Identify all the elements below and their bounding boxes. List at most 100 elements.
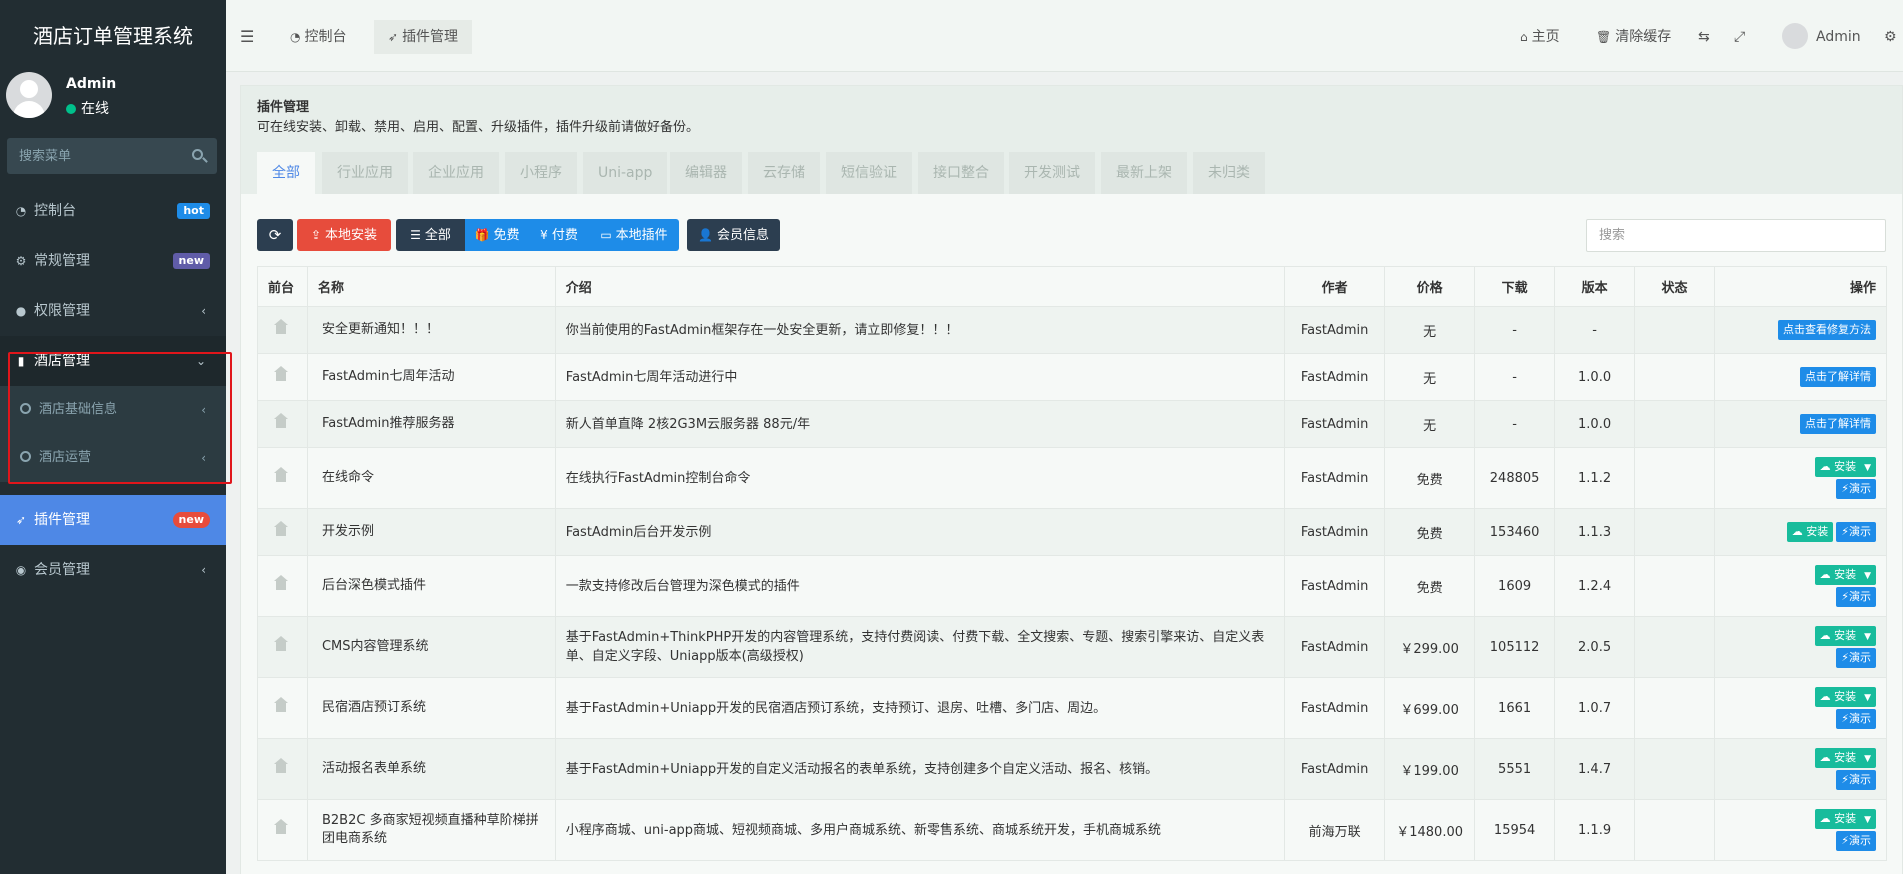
brand-title[interactable]: 酒店订单管理系统 [0, 0, 226, 72]
plugin-search[interactable] [1586, 219, 1886, 252]
hotel-submenu: 酒店基础信息 ‹ 酒店运营 ‹ [0, 386, 226, 482]
caret-down-icon[interactable]: ▼ [1864, 566, 1871, 586]
category-tab-enterprise[interactable]: 企业应用 [413, 152, 499, 194]
category-tab-sms[interactable]: 短信验证 [826, 152, 912, 194]
filter-all-button[interactable]: ☰ 全部 [396, 219, 465, 251]
home-icon[interactable] [274, 574, 288, 590]
home-icon[interactable] [274, 520, 288, 536]
user-menu[interactable]: Admin [1782, 20, 1861, 54]
category-tab-all[interactable]: 全部 [257, 152, 315, 194]
home-icon[interactable] [274, 365, 288, 381]
category-tab-storage[interactable]: 云存储 [748, 152, 820, 194]
sidebar-item-general[interactable]: ⚙ 常规管理 new [0, 236, 226, 286]
sidebar-item-dashboard[interactable]: ◔ 控制台 hot [0, 186, 226, 236]
menu-search-input[interactable] [7, 138, 217, 174]
plugin-version: 1.1.9 [1554, 799, 1636, 861]
fullscreen-icon[interactable]: ⤢ [1734, 20, 1745, 54]
filter-paid-button[interactable]: ¥ 付费 [529, 219, 589, 251]
install-button[interactable]: ☁ 安装 ▼ [1814, 809, 1876, 830]
category-tab-newest[interactable]: 最新上架 [1101, 152, 1187, 194]
member-info-button[interactable]: 👤 会员信息 [687, 219, 780, 251]
demo-button[interactable]: ⚡演示 [1836, 522, 1876, 542]
clear-cache-button[interactable]: 🗑 清除缓存 [1596, 20, 1671, 54]
category-tab-devtest[interactable]: 开发测试 [1009, 152, 1095, 194]
menu-search[interactable] [7, 138, 217, 174]
action-group: ☁ 安装 ▼ ⚡演示 [1814, 748, 1876, 790]
caret-down-icon[interactable]: ▼ [1864, 627, 1871, 647]
category-tab-editor[interactable]: 编辑器 [670, 152, 742, 194]
sidebar-item-members[interactable]: ◉ 会员管理 ‹ [0, 545, 226, 595]
home-icon[interactable] [274, 818, 288, 834]
language-icon[interactable]: ⇆ [1698, 20, 1710, 54]
action-link-button[interactable]: 点击了解详情 [1800, 414, 1876, 434]
col-frontend[interactable]: 前台 [257, 266, 308, 307]
demo-button[interactable]: ⚡演示 [1836, 648, 1876, 668]
cloud-download-icon: ☁ [1819, 812, 1835, 825]
col-name[interactable]: 名称 [306, 266, 556, 307]
category-tab-uncategorized[interactable]: 未归类 [1193, 152, 1265, 194]
plugin-downloads: 248805 [1474, 447, 1556, 509]
install-button[interactable]: ☁ 安装 ▼ [1814, 626, 1876, 647]
local-install-button[interactable]: ⇪ 本地安装 [297, 219, 391, 251]
filter-free-button[interactable]: 🎁 免费 [465, 219, 529, 251]
filter-local-button[interactable]: ▭ 本地插件 [589, 219, 679, 251]
caret-down-icon[interactable]: ▼ [1864, 458, 1871, 478]
col-intro[interactable]: 介绍 [554, 266, 1286, 307]
sidebar-toggle-icon[interactable]: ☰ [240, 20, 254, 54]
install-button[interactable]: ☁ 安装 ▼ [1814, 457, 1876, 478]
home-icon[interactable] [274, 412, 288, 428]
sidebar-subitem-hotel-operation[interactable]: 酒店运营 ‹ [0, 434, 226, 482]
action-link-button[interactable]: 点击了解详情 [1800, 367, 1876, 387]
demo-button[interactable]: ⚡演示 [1836, 479, 1876, 499]
sidebar-item-hotel[interactable]: ▮ 酒店管理 ⌄ [0, 336, 226, 386]
home-icon[interactable] [274, 696, 288, 712]
plugin-price: 免费 [1384, 447, 1476, 509]
plugin-actions: ☁ 安装 ▼ ⚡演示 [1714, 616, 1887, 678]
refresh-button[interactable]: ⟳ [257, 219, 293, 251]
sidebar-item-auth[interactable]: ● 权限管理 ‹ [0, 286, 226, 336]
install-button[interactable]: ☁ 安装 ▼ [1814, 748, 1876, 769]
search-icon[interactable] [192, 149, 203, 160]
caret-down-icon[interactable]: ▼ [1864, 749, 1871, 769]
col-price[interactable]: 价格 [1384, 266, 1476, 307]
install-button[interactable]: ☁ 安装 ▼ [1814, 687, 1876, 708]
demo-button[interactable]: ⚡演示 [1836, 709, 1876, 729]
table-row: 开发示例 FastAdmin后台开发示例 FastAdmin 免费 153460 1.1.… [257, 508, 1887, 556]
category-tab-miniprogram[interactable]: 小程序 [505, 152, 577, 194]
table-row: FastAdmin七周年活动 FastAdmin七周年活动进行中 FastAdmin… [257, 353, 1887, 401]
plugin-downloads: - [1474, 306, 1556, 354]
home-icon[interactable] [274, 635, 288, 651]
plugin-name: CMS内容管理系统 [306, 616, 556, 678]
demo-button[interactable]: ⚡演示 [1836, 831, 1876, 851]
category-tab-api[interactable]: 接口整合 [918, 152, 1004, 194]
category-tab-industry[interactable]: 行业应用 [322, 152, 408, 194]
category-tab-uniapp[interactable]: Uni-app [583, 152, 668, 194]
plugin-name: 开发示例 [306, 508, 556, 556]
sidebar-subitem-hotel-basic[interactable]: 酒店基础信息 ‹ [0, 386, 226, 434]
plugin-version: - [1554, 306, 1636, 354]
caret-down-icon[interactable]: ▼ [1864, 810, 1871, 830]
install-button[interactable]: ☁ 安装 ▼ [1814, 565, 1876, 586]
col-version[interactable]: 版本 [1554, 266, 1636, 307]
settings-gear-icon[interactable]: ⚙ [1884, 20, 1897, 54]
home-icon[interactable] [274, 318, 288, 334]
action-link-button[interactable]: 点击查看修复方法 [1778, 320, 1876, 340]
demo-button[interactable]: ⚡演示 [1836, 770, 1876, 790]
demo-button[interactable]: ⚡演示 [1836, 587, 1876, 607]
home-link[interactable]: ⌂ 主页 [1520, 20, 1560, 54]
plugin-actions: ☁ 安装 ▼ ⚡演示 [1714, 677, 1887, 739]
home-icon[interactable] [274, 466, 288, 482]
caret-down-icon[interactable]: ▼ [1864, 688, 1871, 708]
col-actions[interactable]: 操作 [1714, 266, 1887, 307]
tab-dashboard[interactable]: ◔ 控制台 [288, 20, 348, 54]
plugin-actions: ☁ 安装 ▼ ⚡演示 [1714, 799, 1887, 861]
home-icon[interactable] [274, 757, 288, 773]
tab-plugins[interactable]: ➶ 插件管理 [374, 20, 473, 54]
sidebar-item-plugins[interactable]: ➶ 插件管理 new [0, 495, 226, 545]
col-status[interactable]: 状态 [1634, 266, 1715, 307]
plugin-search-input[interactable] [1587, 220, 1885, 251]
install-button[interactable]: ☁ 安装 [1786, 522, 1834, 542]
col-downloads[interactable]: 下载 [1474, 266, 1556, 307]
action-group: ☁ 安装 ▼ ⚡演示 [1814, 809, 1876, 851]
col-author[interactable]: 作者 [1284, 266, 1386, 307]
